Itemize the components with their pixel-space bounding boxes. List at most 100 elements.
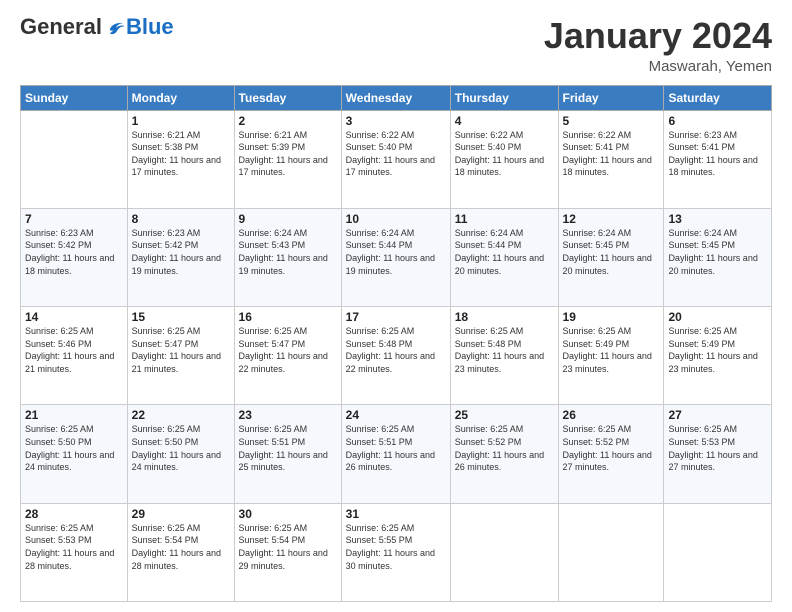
day-cell: 2Sunrise: 6:21 AMSunset: 5:39 PMDaylight… <box>234 110 341 208</box>
header-friday: Friday <box>558 85 664 110</box>
day-info: Sunrise: 6:25 AMSunset: 5:49 PMDaylight:… <box>668 325 767 375</box>
day-info: Sunrise: 6:25 AMSunset: 5:52 PMDaylight:… <box>563 423 660 473</box>
day-info: Sunrise: 6:25 AMSunset: 5:54 PMDaylight:… <box>132 522 230 572</box>
day-cell: 25Sunrise: 6:25 AMSunset: 5:52 PMDayligh… <box>450 405 558 503</box>
day-number: 14 <box>25 310 123 324</box>
day-number: 18 <box>455 310 554 324</box>
day-info: Sunrise: 6:23 AMSunset: 5:42 PMDaylight:… <box>132 227 230 277</box>
day-cell: 13Sunrise: 6:24 AMSunset: 5:45 PMDayligh… <box>664 208 772 306</box>
day-number: 6 <box>668 114 767 128</box>
day-number: 24 <box>346 408 446 422</box>
day-cell: 21Sunrise: 6:25 AMSunset: 5:50 PMDayligh… <box>21 405 128 503</box>
day-cell: 29Sunrise: 6:25 AMSunset: 5:54 PMDayligh… <box>127 503 234 601</box>
logo-bird-icon <box>104 16 126 38</box>
day-cell: 1Sunrise: 6:21 AMSunset: 5:38 PMDaylight… <box>127 110 234 208</box>
day-cell: 17Sunrise: 6:25 AMSunset: 5:48 PMDayligh… <box>341 307 450 405</box>
day-cell: 20Sunrise: 6:25 AMSunset: 5:49 PMDayligh… <box>664 307 772 405</box>
day-number: 25 <box>455 408 554 422</box>
day-number: 31 <box>346 507 446 521</box>
day-number: 26 <box>563 408 660 422</box>
day-info: Sunrise: 6:23 AMSunset: 5:41 PMDaylight:… <box>668 129 767 179</box>
day-number: 19 <box>563 310 660 324</box>
day-cell: 16Sunrise: 6:25 AMSunset: 5:47 PMDayligh… <box>234 307 341 405</box>
day-number: 21 <box>25 408 123 422</box>
day-number: 8 <box>132 212 230 226</box>
day-cell <box>21 110 128 208</box>
day-cell: 31Sunrise: 6:25 AMSunset: 5:55 PMDayligh… <box>341 503 450 601</box>
day-cell: 12Sunrise: 6:24 AMSunset: 5:45 PMDayligh… <box>558 208 664 306</box>
day-info: Sunrise: 6:22 AMSunset: 5:41 PMDaylight:… <box>563 129 660 179</box>
day-info: Sunrise: 6:25 AMSunset: 5:51 PMDaylight:… <box>239 423 337 473</box>
day-number: 3 <box>346 114 446 128</box>
header-thursday: Thursday <box>450 85 558 110</box>
day-number: 13 <box>668 212 767 226</box>
day-number: 27 <box>668 408 767 422</box>
day-number: 20 <box>668 310 767 324</box>
day-info: Sunrise: 6:24 AMSunset: 5:44 PMDaylight:… <box>455 227 554 277</box>
day-cell: 23Sunrise: 6:25 AMSunset: 5:51 PMDayligh… <box>234 405 341 503</box>
day-info: Sunrise: 6:25 AMSunset: 5:53 PMDaylight:… <box>668 423 767 473</box>
day-info: Sunrise: 6:25 AMSunset: 5:54 PMDaylight:… <box>239 522 337 572</box>
day-cell: 8Sunrise: 6:23 AMSunset: 5:42 PMDaylight… <box>127 208 234 306</box>
day-info: Sunrise: 6:25 AMSunset: 5:46 PMDaylight:… <box>25 325 123 375</box>
day-info: Sunrise: 6:25 AMSunset: 5:48 PMDaylight:… <box>455 325 554 375</box>
day-cell: 10Sunrise: 6:24 AMSunset: 5:44 PMDayligh… <box>341 208 450 306</box>
month-title: January 2024 <box>544 16 772 56</box>
day-cell: 5Sunrise: 6:22 AMSunset: 5:41 PMDaylight… <box>558 110 664 208</box>
calendar-table: Sunday Monday Tuesday Wednesday Thursday… <box>20 85 772 602</box>
day-cell: 7Sunrise: 6:23 AMSunset: 5:42 PMDaylight… <box>21 208 128 306</box>
week-row-4: 28Sunrise: 6:25 AMSunset: 5:53 PMDayligh… <box>21 503 772 601</box>
page-header: General Blue January 2024 Maswarah, Yeme… <box>20 16 772 75</box>
day-number: 11 <box>455 212 554 226</box>
day-cell: 6Sunrise: 6:23 AMSunset: 5:41 PMDaylight… <box>664 110 772 208</box>
logo: General Blue <box>20 16 174 38</box>
day-info: Sunrise: 6:22 AMSunset: 5:40 PMDaylight:… <box>346 129 446 179</box>
day-cell <box>558 503 664 601</box>
day-info: Sunrise: 6:25 AMSunset: 5:53 PMDaylight:… <box>25 522 123 572</box>
day-cell: 4Sunrise: 6:22 AMSunset: 5:40 PMDaylight… <box>450 110 558 208</box>
logo-general: General <box>20 16 102 38</box>
day-info: Sunrise: 6:23 AMSunset: 5:42 PMDaylight:… <box>25 227 123 277</box>
day-number: 1 <box>132 114 230 128</box>
day-number: 9 <box>239 212 337 226</box>
day-info: Sunrise: 6:24 AMSunset: 5:45 PMDaylight:… <box>668 227 767 277</box>
day-cell: 24Sunrise: 6:25 AMSunset: 5:51 PMDayligh… <box>341 405 450 503</box>
day-number: 23 <box>239 408 337 422</box>
logo-text: General Blue <box>20 16 174 38</box>
week-row-0: 1Sunrise: 6:21 AMSunset: 5:38 PMDaylight… <box>21 110 772 208</box>
day-cell: 11Sunrise: 6:24 AMSunset: 5:44 PMDayligh… <box>450 208 558 306</box>
logo-blue: Blue <box>126 16 174 38</box>
day-cell <box>450 503 558 601</box>
day-info: Sunrise: 6:25 AMSunset: 5:55 PMDaylight:… <box>346 522 446 572</box>
day-number: 17 <box>346 310 446 324</box>
day-info: Sunrise: 6:25 AMSunset: 5:52 PMDaylight:… <box>455 423 554 473</box>
day-cell: 3Sunrise: 6:22 AMSunset: 5:40 PMDaylight… <box>341 110 450 208</box>
header-saturday: Saturday <box>664 85 772 110</box>
header-monday: Monday <box>127 85 234 110</box>
calendar-page: General Blue January 2024 Maswarah, Yeme… <box>0 0 792 612</box>
day-number: 30 <box>239 507 337 521</box>
location: Maswarah, Yemen <box>544 58 772 75</box>
day-number: 10 <box>346 212 446 226</box>
header-wednesday: Wednesday <box>341 85 450 110</box>
day-info: Sunrise: 6:25 AMSunset: 5:47 PMDaylight:… <box>132 325 230 375</box>
day-number: 22 <box>132 408 230 422</box>
day-info: Sunrise: 6:24 AMSunset: 5:45 PMDaylight:… <box>563 227 660 277</box>
header-tuesday: Tuesday <box>234 85 341 110</box>
day-cell: 9Sunrise: 6:24 AMSunset: 5:43 PMDaylight… <box>234 208 341 306</box>
day-info: Sunrise: 6:25 AMSunset: 5:48 PMDaylight:… <box>346 325 446 375</box>
day-cell: 18Sunrise: 6:25 AMSunset: 5:48 PMDayligh… <box>450 307 558 405</box>
day-info: Sunrise: 6:24 AMSunset: 5:44 PMDaylight:… <box>346 227 446 277</box>
week-row-3: 21Sunrise: 6:25 AMSunset: 5:50 PMDayligh… <box>21 405 772 503</box>
day-info: Sunrise: 6:25 AMSunset: 5:50 PMDaylight:… <box>25 423 123 473</box>
day-number: 29 <box>132 507 230 521</box>
day-number: 16 <box>239 310 337 324</box>
day-cell: 27Sunrise: 6:25 AMSunset: 5:53 PMDayligh… <box>664 405 772 503</box>
day-number: 15 <box>132 310 230 324</box>
day-info: Sunrise: 6:25 AMSunset: 5:49 PMDaylight:… <box>563 325 660 375</box>
day-cell: 30Sunrise: 6:25 AMSunset: 5:54 PMDayligh… <box>234 503 341 601</box>
day-number: 5 <box>563 114 660 128</box>
day-number: 4 <box>455 114 554 128</box>
day-cell: 28Sunrise: 6:25 AMSunset: 5:53 PMDayligh… <box>21 503 128 601</box>
day-info: Sunrise: 6:21 AMSunset: 5:38 PMDaylight:… <box>132 129 230 179</box>
